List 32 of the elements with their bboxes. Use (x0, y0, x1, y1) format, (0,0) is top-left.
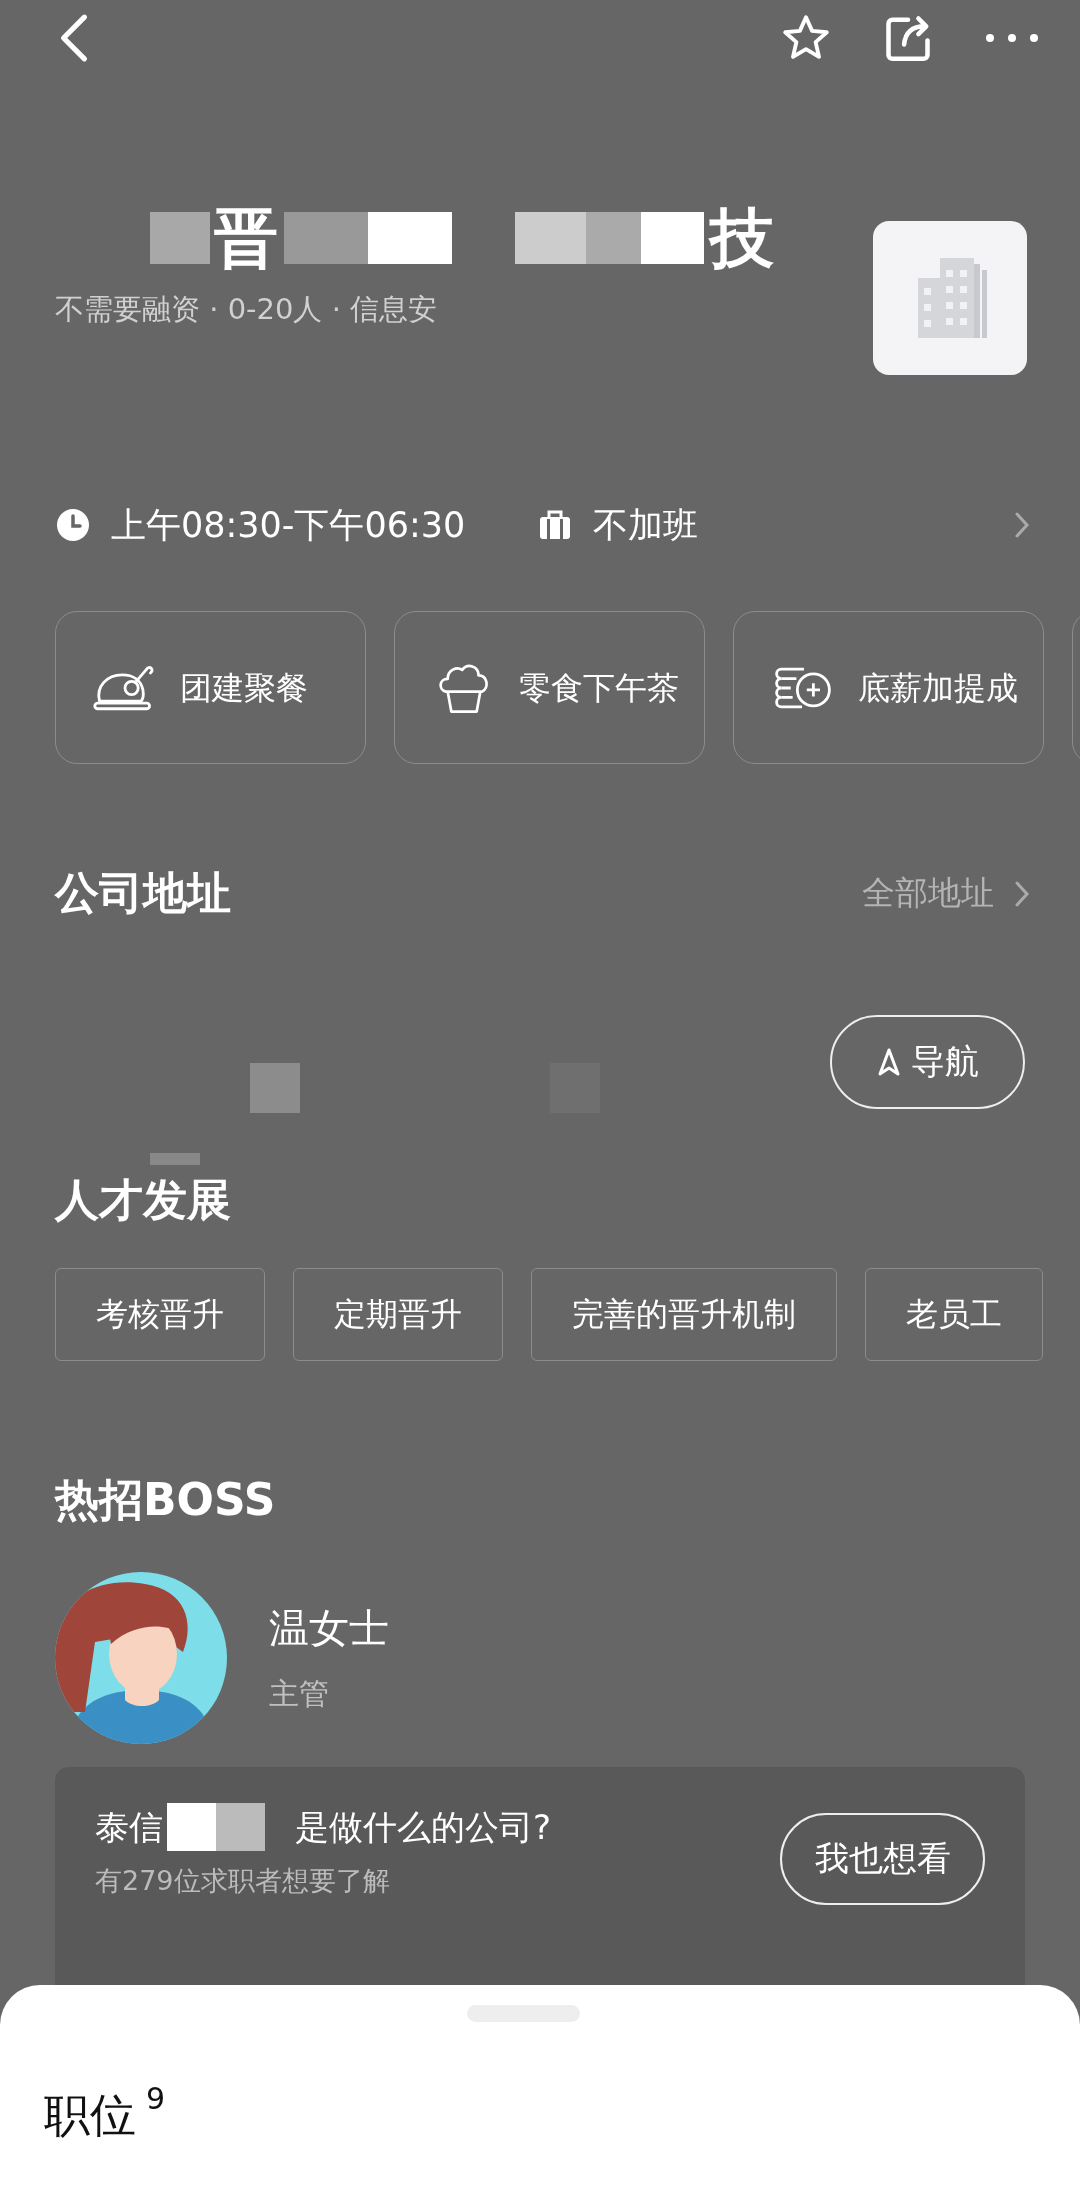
company-name: 技 (710, 199, 774, 277)
benefit-label: 团建聚餐 (180, 667, 308, 709)
section-title: 公司地址 (55, 866, 231, 920)
navigate-button[interactable]: 导航 (830, 1015, 1025, 1109)
section-title: 热招BOSS (55, 1473, 277, 1527)
question-text: 是做什么的公司? (295, 1806, 552, 1849)
redaction-block (250, 1063, 300, 1113)
recruiter-title: 主管 (269, 1675, 330, 1713)
benefit-label: 零食下午茶 (519, 667, 679, 709)
talent-tag: 完善的晋升机制 (531, 1268, 837, 1361)
benefit-label: 底薪加提成 (858, 667, 1018, 709)
redaction-block (150, 212, 210, 264)
interest-count: 有279位求职者想要了解 (95, 1864, 391, 1898)
back-icon[interactable] (58, 11, 90, 64)
sheet-title: 职位 (44, 2087, 136, 2144)
talent-tag: 定期晋升 (293, 1268, 503, 1361)
section-title: 人才发展 (55, 1173, 232, 1227)
navigation-arrow-icon (876, 1047, 901, 1077)
redaction-block (150, 1153, 200, 1165)
company-name: 晋 (214, 199, 278, 277)
overtime-policy: 不加班 (593, 503, 699, 547)
want-to-see-button[interactable]: 我也想看 (780, 1813, 985, 1905)
chevron-right-icon (1014, 510, 1030, 540)
clock-icon (55, 507, 91, 543)
recruiter-name: 温女士 (269, 1604, 389, 1653)
talent-tag: 老员工 (865, 1268, 1043, 1361)
work-hours-row[interactable]: 上午08:30-下午06:30 不加班 (55, 495, 1030, 555)
question-text: 泰信 (95, 1806, 163, 1849)
talent-tag: 考核晋升 (55, 1268, 265, 1361)
job-count: 9 (146, 2081, 166, 2116)
work-time: 上午08:30-下午06:30 (111, 503, 466, 547)
company-info: 不需要融资 · 0-20人 · 信息安 (55, 291, 439, 328)
